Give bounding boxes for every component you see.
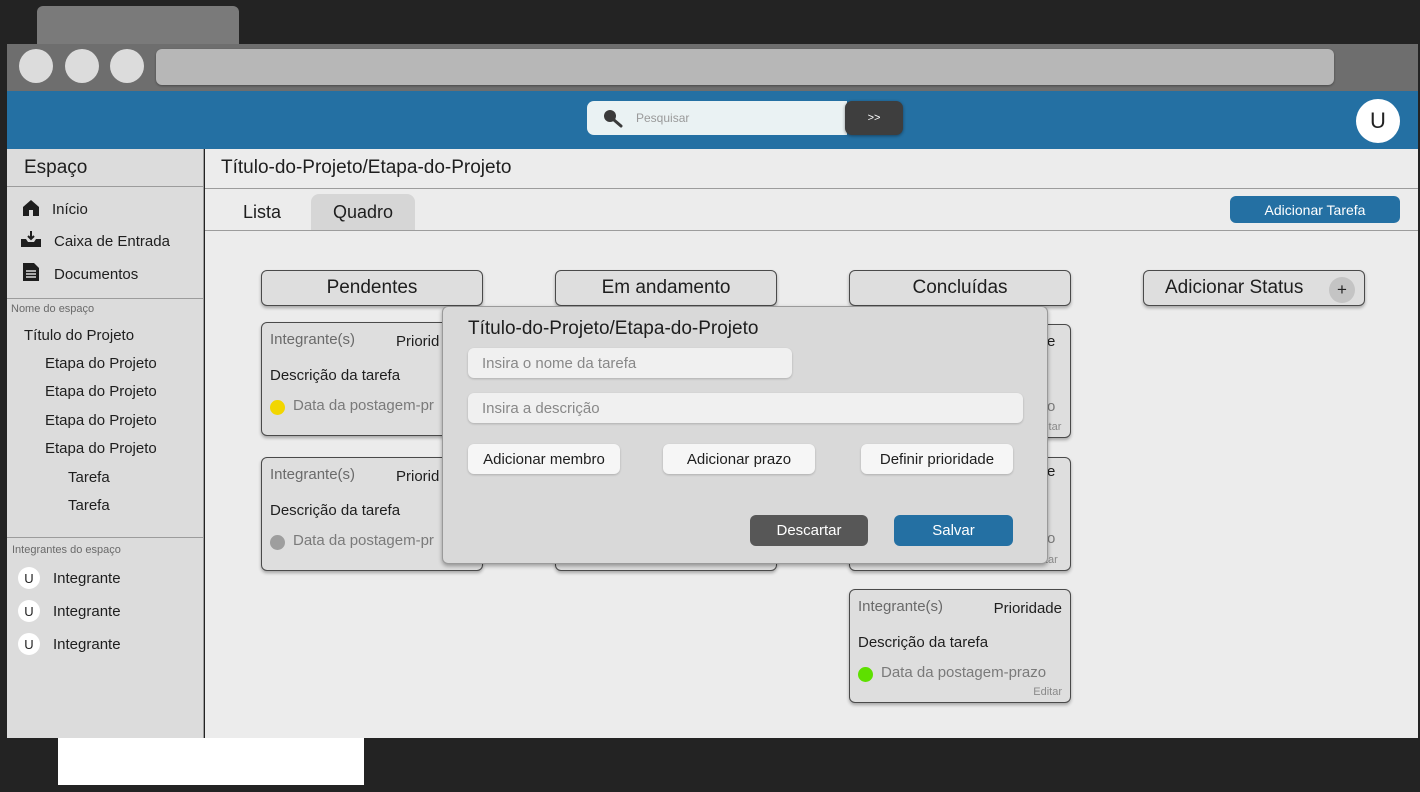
plus-icon[interactable]: + [1329,277,1355,303]
save-button[interactable]: Salvar [894,515,1013,546]
sidebar-task[interactable]: Tarefa [68,469,110,486]
card-members: Integrante(s) [858,598,944,615]
address-bar[interactable] [156,49,1334,85]
sidebar-task[interactable]: Tarefa [68,497,110,514]
card-description: Descrição da tarefa [270,502,401,519]
member-item[interactable]: U Integrante [18,633,198,657]
browser-tab[interactable] [37,6,239,46]
sidebar-project[interactable]: Título do Projeto [24,327,134,344]
sidebar-item-inbox[interactable]: Caixa de Entrada [20,230,200,252]
member-name: Integrante [53,636,121,653]
card-priority: e [1047,463,1056,480]
card-members: Integrante(s) [270,331,356,348]
discard-button[interactable]: Descartar [750,515,868,546]
sidebar-item-label: Caixa de Entrada [54,233,170,250]
avatar: U [18,633,40,655]
card-date: o [1047,398,1056,415]
priority-dot-icon [270,400,285,415]
sidebar-divider [7,537,204,538]
add-member-button[interactable]: Adicionar membro [468,444,620,474]
document-icon [23,263,39,281]
member-name: Integrante [53,603,121,620]
members-label: Integrantes do espaço [12,544,121,556]
sidebar-stage[interactable]: Etapa do Projeto [45,412,157,429]
card-priority: Prioridade [993,600,1062,617]
set-priority-button[interactable]: Definir prioridade [861,444,1013,474]
window-minimize-dot[interactable] [65,49,99,83]
sidebar-item-documents[interactable]: Documentos [20,262,200,284]
tab-lista[interactable]: Lista [222,194,302,230]
sidebar-divider [7,186,204,187]
add-deadline-button[interactable]: Adicionar prazo [663,444,815,474]
search-icon [604,110,623,128]
card-edit-link[interactable]: Editar [1033,686,1062,698]
avatar: U [18,600,40,622]
card-description: Descrição da tarefa [858,634,989,651]
inbox-icon [21,231,41,247]
card-description: Descrição da tarefa [270,367,401,384]
window-maximize-dot[interactable] [110,49,144,83]
column-header-em-andamento[interactable]: Em andamento [555,270,777,306]
task-name-input[interactable]: Insira o nome da tarefa [468,348,792,378]
search-submit-button[interactable]: >> [845,101,903,135]
card-members: Integrante(s) [270,466,356,483]
card-date: Data da postagem-pr [293,532,434,549]
card-date: Data da postagem-prazo [881,664,1047,681]
sidebar-stage[interactable]: Etapa do Projeto [45,355,157,372]
sidebar-divider [7,298,204,299]
modal-title: Título-do-Projeto/Etapa-do-Projeto [468,318,759,339]
member-item[interactable]: U Integrante [18,600,198,624]
sidebar-item-label: Início [52,201,88,218]
member-item[interactable]: U Integrante [18,567,198,591]
add-status-label: Adicionar Status [1165,277,1304,298]
column-header-pendentes[interactable]: Pendentes [261,270,483,306]
search-input[interactable] [587,101,847,135]
card-priority: Priorid [396,333,440,350]
card-priority: Priorid [396,468,440,485]
task-description-input[interactable]: Insira a descrição [468,393,1023,423]
space-name-label: Nome do espaço [11,303,95,315]
sidebar-item-label: Documentos [54,266,139,283]
card-date: o [1047,530,1056,547]
priority-dot-icon [270,535,285,550]
sidebar-item-inicio[interactable]: Início [20,199,200,221]
sidebar-stage[interactable]: Etapa do Projeto [45,383,157,400]
user-avatar[interactable]: U [1356,99,1400,143]
home-icon [23,200,39,216]
card-date: Data da postagem-pr [293,397,434,414]
window-close-dot[interactable] [19,49,53,83]
blank-panel [58,738,364,785]
avatar: U [18,567,40,589]
card-priority: e [1047,333,1056,350]
column-header-concluidas[interactable]: Concluídas [849,270,1071,306]
title-divider [205,188,1418,189]
member-name: Integrante [53,570,121,587]
tab-quadro[interactable]: Quadro [311,194,415,230]
task-card[interactable]: Integrante(s) Prioridade Descrição da ta… [849,589,1071,703]
sidebar-title: Espaço [24,157,88,178]
tabs-divider [205,230,1418,231]
priority-dot-icon [858,667,873,682]
sidebar-stage[interactable]: Etapa do Projeto [45,440,157,457]
page-title: Título-do-Projeto/Etapa-do-Projeto [221,157,512,178]
search-placeholder: Pesquisar [636,111,690,125]
add-task-button[interactable]: Adicionar Tarefa [1230,196,1400,223]
